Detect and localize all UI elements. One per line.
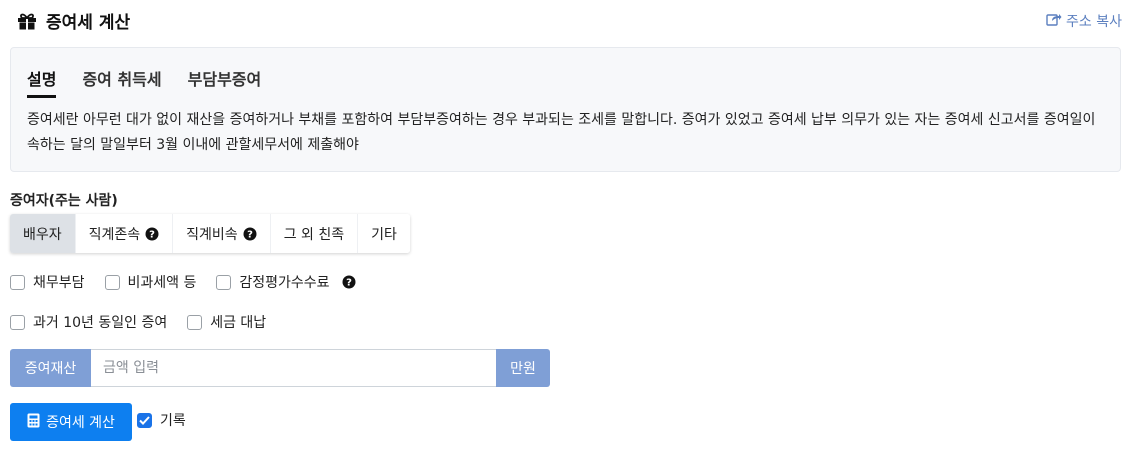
donor-label: 증여자(주는 사람): [10, 193, 118, 209]
checkbox-label: 세금 대납: [210, 315, 267, 331]
non-taxable-checkbox[interactable]: 비과세액 등: [104, 272, 197, 292]
appraisal-fee-checkbox[interactable]: 감정평가수수료 ?: [216, 272, 356, 292]
checkbox-box[interactable]: [216, 274, 232, 290]
debt-burden-checkbox[interactable]: 채무부담: [10, 272, 85, 292]
donor-option-spouse[interactable]: 배우자: [10, 214, 76, 253]
share-icon: [1046, 12, 1062, 30]
copy-url-link[interactable]: 주소 복사: [1046, 11, 1122, 31]
checkbox-label: 과거 10년 동일인 증여: [33, 315, 168, 331]
record-label: 기록: [160, 413, 186, 429]
calculate-gift-tax-button[interactable]: 증여세 계산: [10, 403, 132, 441]
checkbox-label: 감정평가수수료: [239, 275, 330, 291]
donor-option-label: 직계비속: [186, 226, 238, 243]
donor-option-other[interactable]: 기타: [358, 214, 410, 253]
description-text: 증여세란 아무런 대가 없이 재산을 증여하거나 부채를 포함하여 부담부증여하…: [27, 112, 1096, 153]
unit-suffix: 만원: [496, 349, 550, 387]
calculator-icon: [27, 413, 40, 432]
tab-burden-gift[interactable]: 부담부증여: [188, 66, 262, 98]
checkbox-box[interactable]: [10, 314, 25, 330]
tab-description[interactable]: 설명: [27, 66, 57, 98]
calculate-button-label: 증여세 계산: [46, 415, 115, 431]
page-title: 증여세 계산: [16, 8, 130, 33]
question-circle-icon[interactable]: ?: [145, 227, 159, 241]
donor-option-label: 기타: [371, 226, 397, 243]
question-circle-icon[interactable]: ?: [243, 227, 257, 241]
page-title-text: 증여세 계산: [46, 13, 131, 33]
tab-acquisition-tax[interactable]: 증여 취득세: [82, 66, 161, 98]
svg-text:?: ?: [346, 278, 352, 289]
donor-selector: 배우자 직계존속 ? 직계비속 ? 그 외 친족 기타: [10, 214, 410, 253]
checkbox-box[interactable]: [187, 314, 203, 330]
svg-text:?: ?: [149, 229, 155, 240]
gift-asset-input-group: 증여재산 만원: [10, 349, 550, 387]
svg-text:?: ?: [247, 229, 253, 240]
donor-option-lineal-descendant[interactable]: 직계비속 ?: [173, 214, 271, 253]
record-checkbox[interactable]: 기록: [137, 410, 186, 430]
donor-option-label: 직계존속: [88, 226, 141, 243]
donor-option-lineal-ascendant[interactable]: 직계존속 ?: [75, 214, 174, 253]
tax-payment-proxy-checkbox[interactable]: 세금 대납: [187, 312, 266, 332]
page-header: 증여세 계산 주소 복사: [16, 6, 1122, 34]
copy-url-label: 주소 복사: [1066, 14, 1122, 30]
checkbox-box[interactable]: [137, 412, 152, 428]
checkbox-label: 비과세액 등: [127, 275, 197, 291]
gift-amount-input[interactable]: [91, 349, 496, 387]
gift-asset-prefix: 증여재산: [10, 349, 91, 387]
checkbox-box[interactable]: [104, 274, 120, 290]
checkbox-box[interactable]: [10, 274, 25, 290]
question-circle-icon[interactable]: ?: [342, 275, 356, 289]
info-tabs: 설명 증여 취득세 부담부증여: [27, 66, 261, 98]
checkbox-label: 채무부담: [33, 275, 85, 291]
past-10-years-gift-checkbox[interactable]: 과거 10년 동일인 증여: [10, 312, 167, 332]
donor-option-other-relative[interactable]: 그 외 친족: [270, 214, 359, 253]
gift-icon: [16, 11, 38, 31]
donor-option-label: 그 외 친족: [283, 226, 345, 243]
info-card: 설명 증여 취득세 부담부증여 증여세란 아무런 대가 없이 재산을 증여하거나…: [10, 47, 1121, 172]
options-row-1: 채무부담 비과세액 등 감정평가수수료 ?: [10, 272, 376, 292]
options-row-2: 과거 10년 동일인 증여 세금 대납: [10, 312, 286, 332]
donor-option-label: 배우자: [23, 226, 62, 243]
